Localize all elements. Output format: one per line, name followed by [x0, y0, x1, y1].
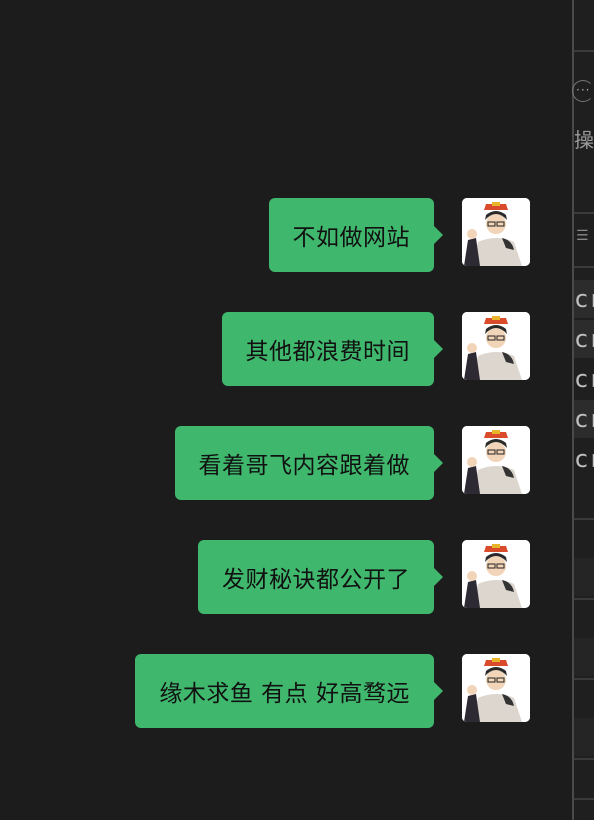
list-row[interactable]: cr: [574, 400, 594, 438]
avatar-image: [462, 198, 530, 266]
message-bubble[interactable]: 缘木求鱼 有点 好高骛远: [135, 654, 443, 728]
list-row[interactable]: cr: [574, 320, 594, 358]
divider: [574, 798, 594, 800]
divider: [574, 266, 594, 268]
divider: [574, 598, 594, 600]
list-row[interactable]: cr: [574, 440, 594, 478]
avatar[interactable]: [462, 426, 530, 494]
more-dots-icon: ···: [576, 83, 591, 97]
avatar-image: [462, 312, 530, 380]
avatar-image: [462, 540, 530, 608]
message-text: 其他都浪费时间: [245, 339, 410, 365]
divider: [574, 50, 594, 52]
divider: [574, 758, 594, 760]
list-row-bg: [574, 718, 594, 756]
list-row-bg: [574, 638, 594, 676]
message-text: 缘木求鱼 有点 好高骛远: [159, 681, 410, 707]
avatar[interactable]: [462, 198, 530, 266]
avatar-image: [462, 426, 530, 494]
avatar[interactable]: [462, 312, 530, 380]
divider: [574, 518, 594, 520]
divider: [574, 212, 594, 214]
message-row: 看着哥飞内容跟着做: [174, 426, 530, 500]
divider: [574, 678, 594, 680]
list-row[interactable]: cr: [574, 360, 594, 398]
list-row-bg: [574, 558, 594, 596]
message-row: 不如做网站: [268, 198, 530, 272]
message-text: 发财秘诀都公开了: [222, 567, 410, 593]
message-bubble[interactable]: 不如做网站: [268, 198, 443, 272]
avatar[interactable]: [462, 654, 530, 722]
side-panel: ··· 操 ☰ cr cr cr cr cr: [572, 0, 594, 820]
message-text: 看着哥飞内容跟着做: [198, 453, 410, 479]
chat-message-area: 不如做网站 其他都浪费时间 看着哥飞内容跟着做 发财秘诀都公开了 缘木求鱼 有点…: [0, 0, 572, 820]
message-bubble[interactable]: 看着哥飞内容跟着做: [174, 426, 443, 500]
action-label: 操: [574, 128, 594, 152]
message-text: 不如做网站: [292, 225, 410, 251]
message-row: 其他都浪费时间: [221, 312, 530, 386]
message-bubble[interactable]: 发财秘诀都公开了: [198, 540, 443, 614]
avatar-image: [462, 654, 530, 722]
message-row: 缘木求鱼 有点 好高骛远: [135, 654, 530, 728]
message-row: 发财秘诀都公开了: [198, 540, 530, 614]
list-row[interactable]: cr: [574, 280, 594, 318]
message-bubble[interactable]: 其他都浪费时间: [221, 312, 443, 386]
list-icon[interactable]: ☰: [576, 228, 589, 244]
avatar[interactable]: [462, 540, 530, 608]
